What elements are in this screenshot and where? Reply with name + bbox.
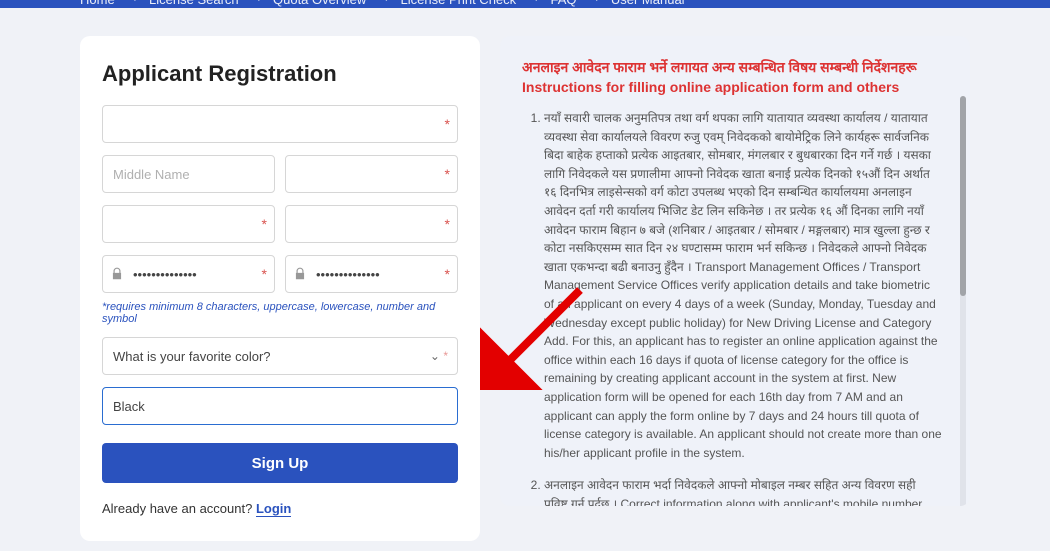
nav-home[interactable]: Home [80,0,115,7]
instruction-item: अनलाइन आवेदन फाराम भर्दा निवेदकले आफ्नो … [544,476,942,506]
top-nav: Home License Search Quota Overview Licen… [0,0,1050,8]
instructions-heading-np: अनलाइन आवेदन फाराम भर्ने लगायत अन्य सम्ब… [522,58,942,77]
security-question-select[interactable] [102,337,458,375]
signup-button[interactable]: Sign Up [102,443,458,483]
password-note: *requires minimum 8 characters, uppercas… [102,301,458,325]
scrollbar[interactable] [960,96,966,506]
instructions-heading-en: Instructions for filling online applicat… [522,79,942,95]
nav-license-print-check[interactable]: License Print Check [384,0,516,7]
chevron-down-icon: ⌄ * [430,349,448,363]
middle-name-input[interactable] [102,155,275,193]
lock-icon [110,267,124,281]
nav-user-manual[interactable]: User Manual [595,0,685,7]
login-link[interactable]: Login [256,501,291,517]
nav-faq[interactable]: FAQ [534,0,576,7]
last-name-input[interactable] [285,155,458,193]
registration-form: Applicant Registration *requires minimum… [80,36,480,541]
instruction-item: नयाँ सवारी चालक अनुमतिपत्र तथा वर्ग थपका… [544,109,942,462]
instructions-panel: अनलाइन आवेदन फाराम भर्ने लगायत अन्य सम्ब… [500,36,970,506]
dob-input[interactable] [102,205,275,243]
confirm-password-input[interactable] [285,255,458,293]
lock-icon [293,267,307,281]
security-answer-input[interactable] [102,387,458,425]
password-input[interactable] [102,255,275,293]
first-name-input[interactable] [102,105,458,143]
nav-quota-overview[interactable]: Quota Overview [257,0,367,7]
phone-input[interactable] [285,205,458,243]
nav-license-search[interactable]: License Search [133,0,239,7]
login-prompt-text: Already have an account? [102,501,256,516]
form-title: Applicant Registration [102,61,458,87]
